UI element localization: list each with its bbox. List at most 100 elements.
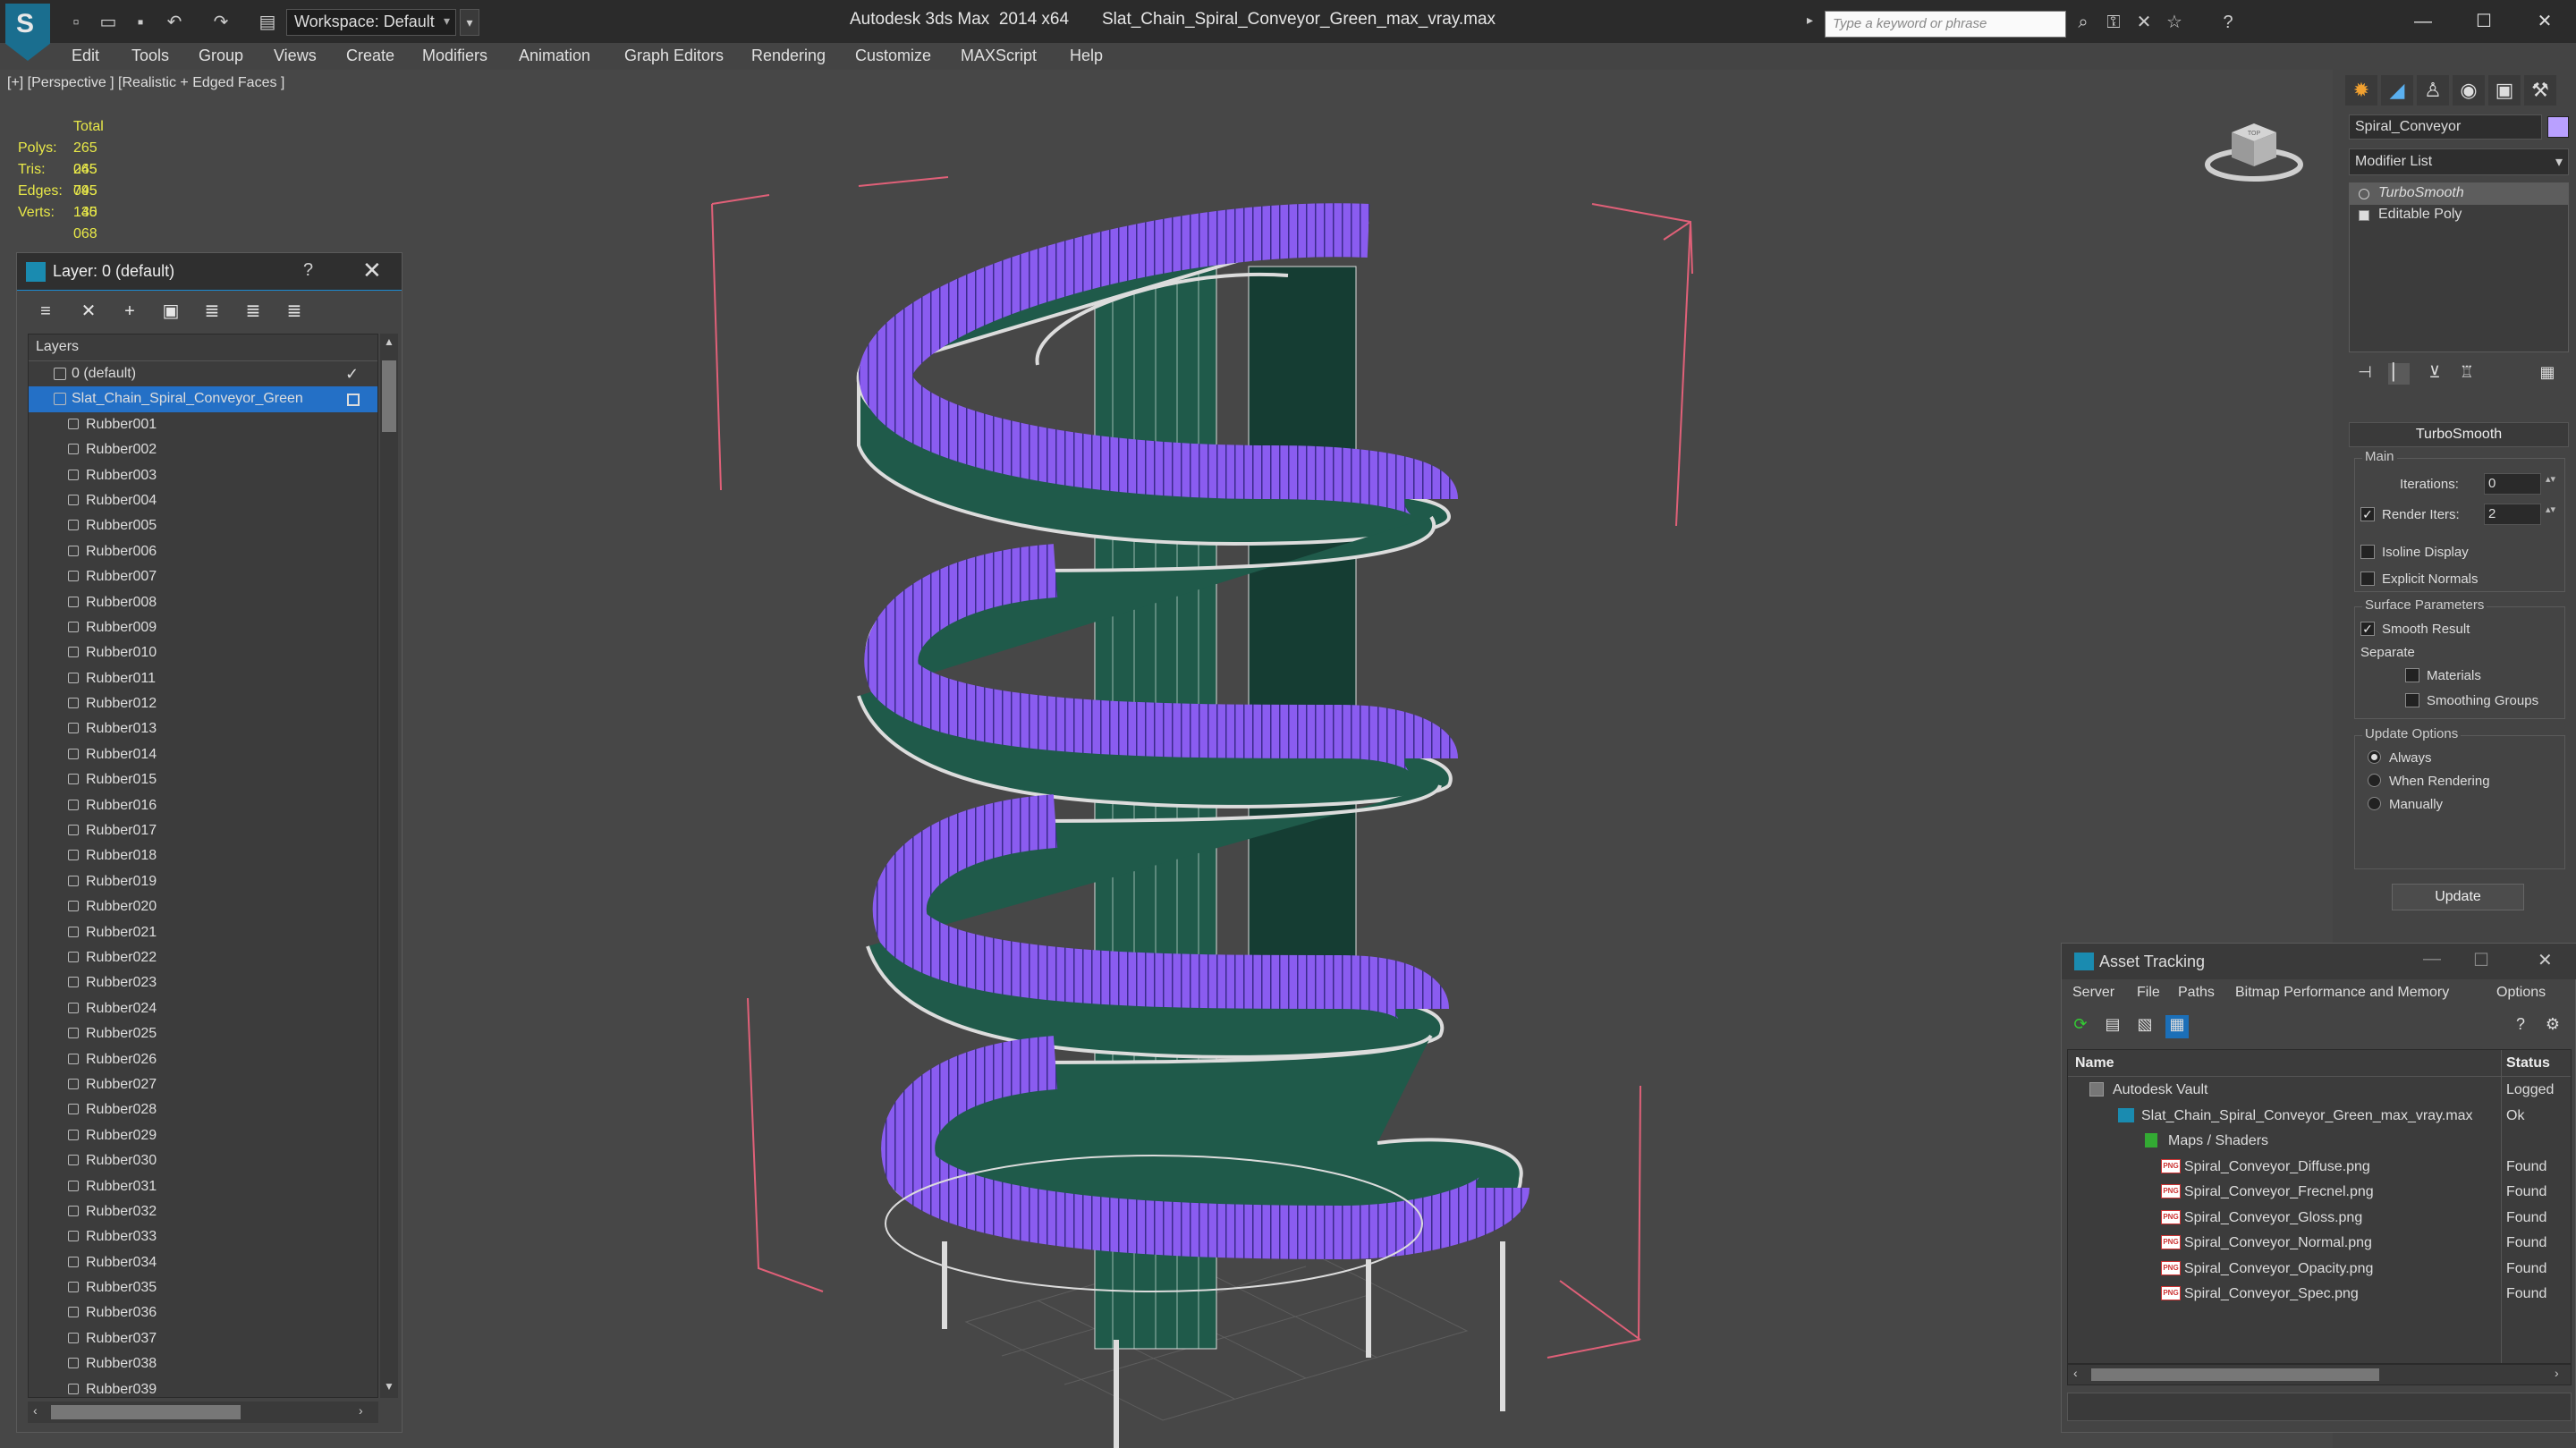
asset-row[interactable]: PNG Spiral_Conveyor_Frecnel.png Found: [2068, 1179, 2571, 1205]
object-row[interactable]: Rubber030: [29, 1148, 377, 1173]
motion-tab-icon[interactable]: ◉: [2453, 75, 2485, 106]
help-icon[interactable]: ?: [2216, 11, 2240, 34]
object-row[interactable]: Rubber014: [29, 742, 377, 767]
menu-maxscript[interactable]: MAXScript: [961, 47, 1037, 65]
manually-radio[interactable]: [2368, 797, 2381, 810]
when-rendering-radio[interactable]: [2368, 774, 2381, 787]
object-row[interactable]: Rubber038: [29, 1351, 377, 1376]
scrollbar-thumb[interactable]: [2091, 1368, 2379, 1381]
object-row[interactable]: Rubber029: [29, 1123, 377, 1148]
horizontal-scrollbar[interactable]: ‹ ›: [28, 1401, 378, 1423]
object-row[interactable]: Rubber027: [29, 1072, 377, 1097]
active-checkmark-icon[interactable]: ✓: [345, 365, 359, 384]
object-row[interactable]: Rubber021: [29, 920, 377, 945]
horizontal-scrollbar[interactable]: ‹ ›: [2067, 1364, 2572, 1385]
layer-list[interactable]: Layers 0 (default) ✓ Slat_Chain_Spiral_C…: [28, 334, 378, 1398]
object-row[interactable]: Rubber028: [29, 1097, 377, 1122]
object-row[interactable]: Rubber019: [29, 869, 377, 894]
hide-all-layers-icon[interactable]: ≣: [241, 300, 266, 323]
create-tab-icon[interactable]: ✹: [2345, 75, 2377, 106]
menu-views[interactable]: Views: [274, 47, 317, 65]
app-logo-icon[interactable]: S: [5, 4, 50, 61]
modify-tab-icon[interactable]: ◢: [2381, 75, 2413, 106]
object-row[interactable]: Rubber009: [29, 615, 377, 640]
set-current-box[interactable]: [347, 394, 360, 407]
new-file-icon[interactable]: ▫: [64, 11, 88, 34]
add-to-layer-icon[interactable]: +: [117, 300, 142, 323]
modifier-stack[interactable]: TurboSmooth Editable Poly: [2349, 182, 2569, 352]
maximize-icon[interactable]: ☐: [2473, 949, 2489, 971]
asset-row[interactable]: PNG Spiral_Conveyor_Spec.png Found: [2068, 1281, 2571, 1307]
asset-row[interactable]: Slat_Chain_Spiral_Conveyor_Green_max_vra…: [2068, 1103, 2571, 1129]
asset-menu-bitmap[interactable]: Bitmap Performance and Memory: [2235, 985, 2449, 1001]
smoothing-groups-checkbox[interactable]: [2405, 693, 2419, 707]
undo-icon[interactable]: ↶: [163, 11, 186, 34]
menu-modifiers[interactable]: Modifiers: [422, 47, 487, 65]
object-row[interactable]: Rubber003: [29, 463, 377, 488]
save-file-icon[interactable]: ▪: [129, 11, 152, 34]
object-row[interactable]: Rubber002: [29, 437, 377, 462]
status-column-header[interactable]: Status: [2506, 1055, 2550, 1071]
lightbulb-icon[interactable]: [2359, 189, 2369, 199]
smooth-result-checkbox[interactable]: ✓: [2360, 622, 2375, 636]
list-view-icon[interactable]: ▤: [2101, 1015, 2124, 1038]
hierarchy-tab-icon[interactable]: ♙: [2417, 75, 2449, 106]
menu-create[interactable]: Create: [346, 47, 394, 65]
stack-item-editable-poly[interactable]: Editable Poly: [2350, 205, 2568, 226]
object-row[interactable]: Rubber025: [29, 1021, 377, 1046]
object-row[interactable]: Rubber022: [29, 945, 377, 970]
isoline-checkbox[interactable]: [2360, 545, 2375, 559]
refresh-icon[interactable]: ⟳: [2069, 1015, 2092, 1038]
object-row[interactable]: Rubber008: [29, 590, 377, 615]
asset-row[interactable]: PNG Spiral_Conveyor_Diffuse.png Found: [2068, 1154, 2571, 1180]
object-row[interactable]: Rubber031: [29, 1174, 377, 1199]
layer-row[interactable]: 0 (default) ✓: [29, 361, 377, 386]
table-view-icon[interactable]: ▦: [2165, 1015, 2189, 1038]
asset-menu-options[interactable]: Options: [2496, 985, 2546, 1001]
object-row[interactable]: Rubber017: [29, 818, 377, 843]
scroll-right-icon[interactable]: ›: [359, 1403, 363, 1418]
close-icon[interactable]: ✕: [2522, 5, 2567, 38]
pin-stack-icon[interactable]: ⊣: [2354, 363, 2376, 385]
favorites-star-icon[interactable]: ☆: [2163, 11, 2186, 34]
display-tab-icon[interactable]: ▣: [2488, 75, 2521, 106]
help-icon[interactable]: ?: [303, 260, 313, 281]
delete-layer-icon[interactable]: ✕: [76, 300, 101, 323]
name-column-header[interactable]: Name: [2075, 1055, 2114, 1071]
asset-row[interactable]: Maps / Shaders: [2068, 1128, 2571, 1154]
object-row[interactable]: Rubber015: [29, 767, 377, 792]
freeze-all-layers-icon[interactable]: ≣: [282, 300, 307, 323]
settings-icon[interactable]: ⚙: [2541, 1015, 2564, 1038]
stack-item-turbosmooth[interactable]: TurboSmooth: [2350, 183, 2568, 205]
asset-row[interactable]: PNG Spiral_Conveyor_Normal.png Found: [2068, 1230, 2571, 1256]
object-row[interactable]: Rubber012: [29, 691, 377, 716]
object-row[interactable]: Rubber007: [29, 564, 377, 589]
communication-icon[interactable]: ✕: [2132, 11, 2156, 34]
update-button[interactable]: Update: [2392, 884, 2524, 910]
object-row[interactable]: Rubber013: [29, 716, 377, 741]
object-row[interactable]: Rubber010: [29, 640, 377, 665]
scroll-left-icon[interactable]: ‹: [33, 1403, 38, 1418]
materials-checkbox[interactable]: [2405, 668, 2419, 682]
expand-box-icon[interactable]: [2359, 210, 2369, 221]
menu-tools[interactable]: Tools: [131, 47, 169, 65]
object-color-swatch[interactable]: [2547, 116, 2569, 138]
object-row[interactable]: Rubber011: [29, 666, 377, 691]
explicit-normals-checkbox[interactable]: [2360, 572, 2375, 586]
scrollbar-thumb[interactable]: [51, 1405, 241, 1419]
create-layer-icon[interactable]: ≡: [33, 300, 58, 323]
asset-row[interactable]: PNG Spiral_Conveyor_Gloss.png Found: [2068, 1205, 2571, 1231]
object-row[interactable]: Rubber039: [29, 1377, 377, 1397]
render-iters-checkbox[interactable]: ✓: [2360, 507, 2375, 521]
menu-help[interactable]: Help: [1070, 47, 1103, 65]
search-expand-icon[interactable]: ▸: [1807, 13, 1813, 28]
object-row[interactable]: Rubber035: [29, 1275, 377, 1300]
workspace-dropdown[interactable]: Workspace: Default: [286, 9, 456, 36]
menu-rendering[interactable]: Rendering: [751, 47, 826, 65]
always-radio[interactable]: [2368, 750, 2381, 764]
viewport-label[interactable]: [+] [Perspective ] [Realistic + Edged Fa…: [7, 75, 284, 91]
menu-group[interactable]: Group: [199, 47, 243, 65]
select-objects-icon[interactable]: ▣: [158, 300, 183, 323]
remove-modifier-icon[interactable]: ♖: [2456, 363, 2478, 385]
minimize-icon[interactable]: —: [2423, 949, 2441, 970]
